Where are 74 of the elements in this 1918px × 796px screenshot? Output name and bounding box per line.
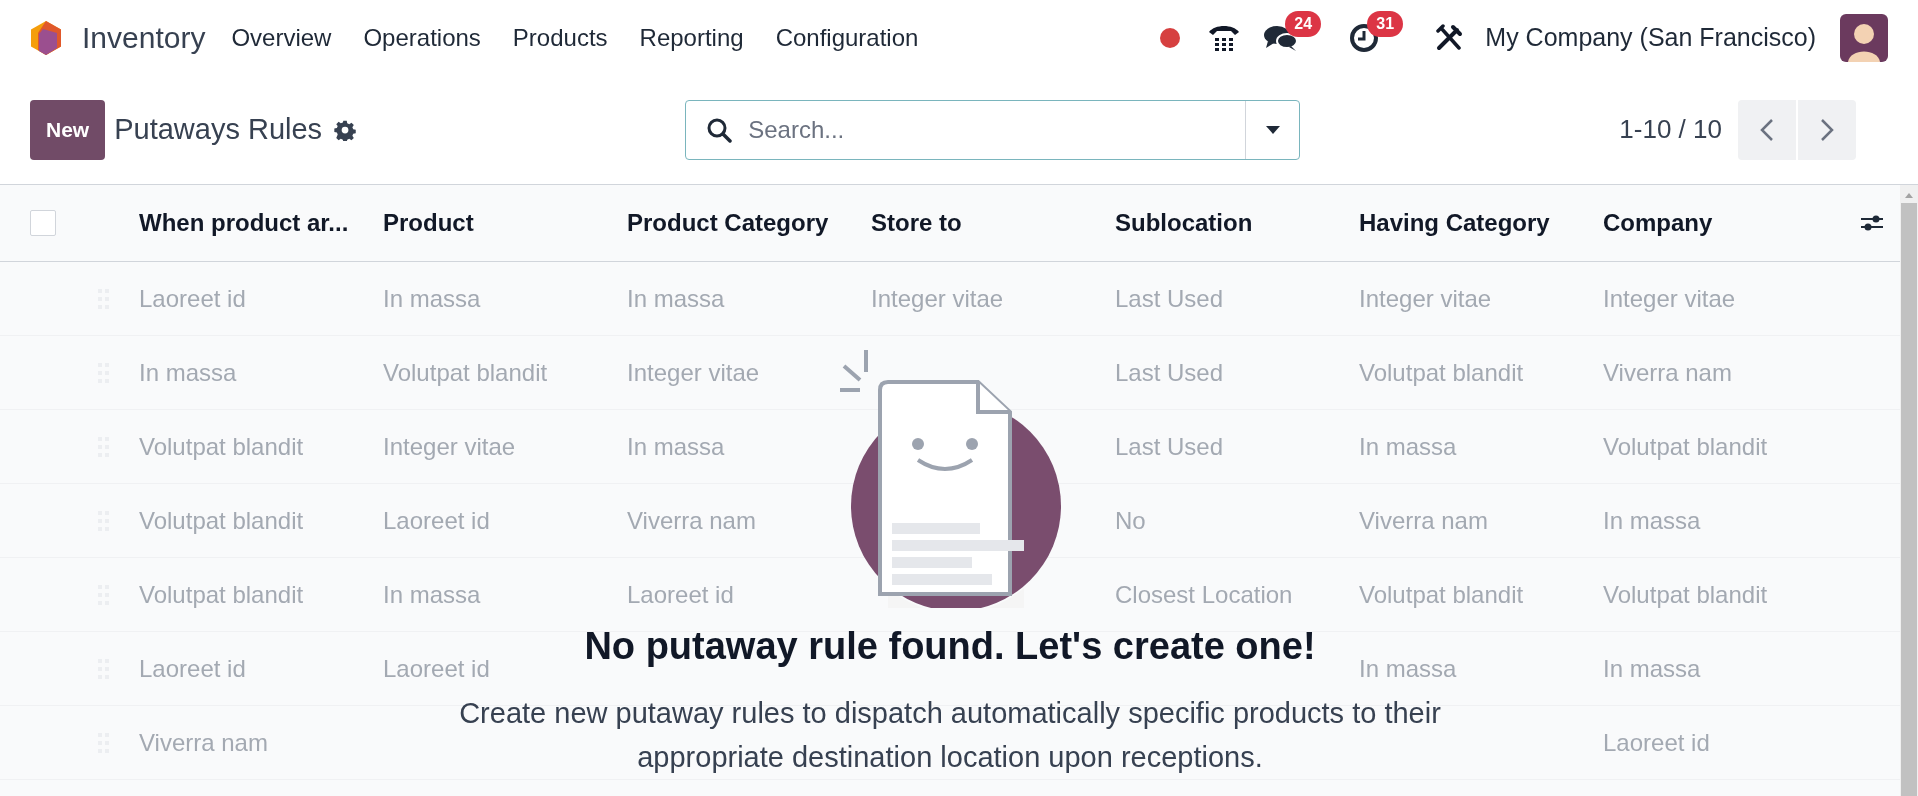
table-cell-text: Viverra nam — [1359, 505, 1489, 536]
table-cell-text: Volutpat blandit — [1603, 579, 1769, 610]
pager-value[interactable]: 1-10 / 10 — [1619, 110, 1722, 149]
column-header[interactable]: Store to — [871, 205, 1115, 241]
table-cell-text: In massa — [383, 579, 482, 610]
table-cell-text: Integer vitae — [871, 283, 1005, 314]
table-cell-text: In massa — [627, 283, 726, 314]
table-cell-text: Viverra nam — [139, 727, 269, 758]
table-cell-text: Viverra nam — [1603, 357, 1733, 388]
table-cell-text: Volutpat blandit — [139, 579, 305, 610]
search-icon — [706, 116, 733, 143]
empty-state-title: No putaway rule found. Let's create one! — [584, 624, 1316, 669]
dropdown-caret-icon[interactable] — [1264, 124, 1281, 135]
new-button[interactable]: New — [30, 99, 106, 160]
table-cell-text: Integer vitae — [383, 431, 517, 462]
table-cell-text: Volutpat blandit — [1359, 579, 1525, 610]
menu-item[interactable]: Configuration — [759, 19, 935, 56]
app-title[interactable]: Inventory — [82, 15, 206, 60]
column-header[interactable]: Having Category — [1359, 205, 1603, 241]
table-cell-text: Volutpat blandit — [139, 505, 305, 536]
chevron-left-icon — [1760, 117, 1774, 142]
page-title: Putaways Rules — [114, 111, 323, 147]
menu-item[interactable]: Overview — [215, 19, 348, 56]
table-cell-text: Last Used — [1115, 431, 1225, 462]
table-cell-text: In massa — [627, 431, 726, 462]
next-button[interactable] — [1798, 99, 1856, 160]
table-cell-text: In massa — [1359, 431, 1458, 462]
table-cell-text: Volutpat blandit — [1359, 357, 1525, 388]
table-cell-text: Last Used — [1115, 357, 1225, 388]
table-cell-text: In massa — [1603, 653, 1702, 684]
empty-state-text: Create new putaway rules to dispatch automatically specific products to their appropriate destination location upon receptions. — [458, 696, 1442, 775]
table-cell-text: Laoreet id — [1603, 727, 1711, 758]
column-header[interactable]: When product ar... — [139, 205, 383, 241]
column-header[interactable]: Company — [1603, 205, 1847, 241]
table-cell-text: Viverra nam — [627, 505, 757, 536]
scrollbar-thumb[interactable] — [1901, 203, 1917, 796]
table-cell-text: Laoreet id — [139, 653, 247, 684]
column-header[interactable]: Product Category — [627, 205, 871, 241]
table-cell-text: In massa — [139, 357, 238, 388]
table-cell-text: Integer vitae — [1359, 283, 1493, 314]
table-cell-text: Integer vitae — [1603, 283, 1737, 314]
table-cell-text: No — [1115, 505, 1147, 536]
select-all-checkbox[interactable] — [30, 210, 56, 236]
table-cell-text: Volutpat blandit — [139, 431, 305, 462]
table-cell-text: Laoreet id — [627, 579, 735, 610]
table-cell-text: Laoreet id — [139, 283, 247, 314]
previous-button[interactable] — [1738, 99, 1796, 160]
app-logo-icon[interactable] — [30, 19, 62, 56]
company-switcher[interactable]: My Company (San Francisco) — [1485, 18, 1816, 57]
tools-icon[interactable] — [1435, 23, 1464, 52]
table-cell-text: Closest Location — [1115, 579, 1294, 610]
table-cell-text: Laoreet id — [383, 653, 491, 684]
menu-item[interactable]: Operations — [347, 19, 497, 56]
search-input[interactable]: Search... — [748, 111, 1246, 148]
settings-icon[interactable] — [334, 118, 357, 141]
column-header[interactable]: Product — [383, 205, 627, 241]
table-cell-text: Volutpat blandit — [383, 357, 549, 388]
table-cell-text: Integer vitae — [627, 357, 761, 388]
user-avatar[interactable] — [1840, 13, 1888, 62]
table-cell-text: In massa — [1603, 505, 1702, 536]
menu-item[interactable]: Products — [496, 19, 624, 56]
recording-dot-icon[interactable] — [1159, 26, 1182, 49]
search-field[interactable]: Search... — [685, 99, 1301, 160]
table-cell-text: Volutpat blandit — [1603, 431, 1769, 462]
table-cell-text: Last Used — [1115, 283, 1225, 314]
scroll-up-icon[interactable] — [1904, 191, 1914, 199]
column-header[interactable]: Sublocation — [1115, 205, 1359, 241]
table-cell-text: In massa — [383, 283, 482, 314]
notification-badge: 24 — [1285, 10, 1322, 37]
menu-item[interactable]: Reporting — [623, 19, 760, 56]
table-cell-text: Laoreet id — [383, 505, 491, 536]
chevron-right-icon — [1820, 117, 1834, 142]
table-cell-text: In massa — [1359, 653, 1458, 684]
notification-badge: 31 — [1367, 10, 1404, 37]
